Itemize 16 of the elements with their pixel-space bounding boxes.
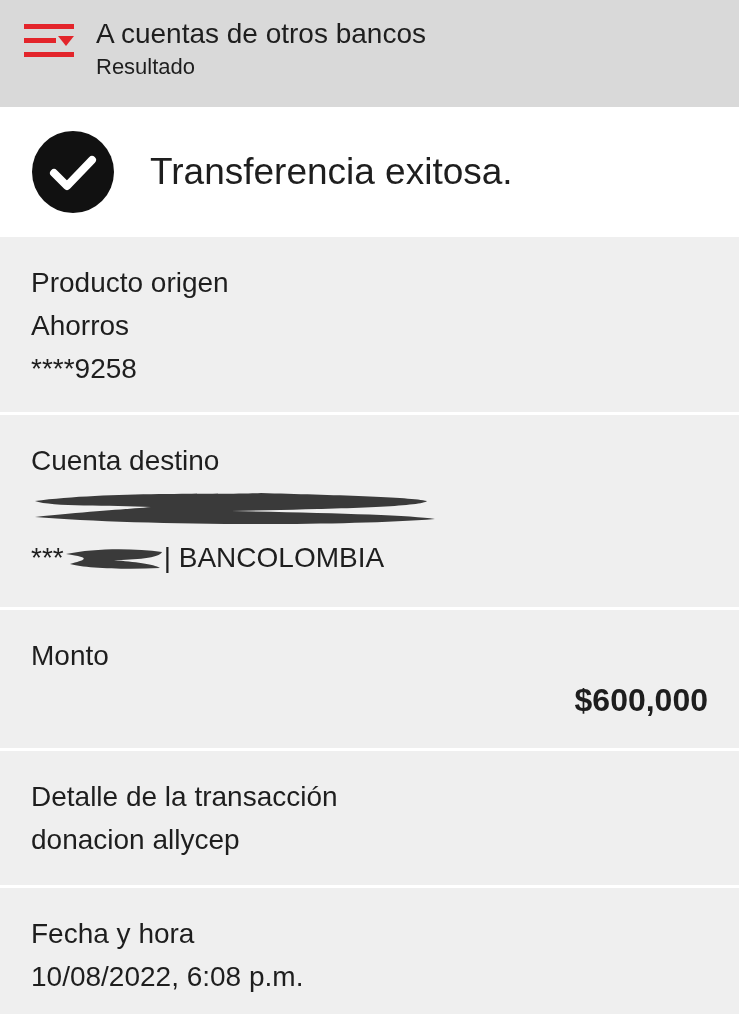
- screen-subtitle: Resultado: [96, 53, 197, 81]
- bank-name: | BANCOLOMBIA: [163, 541, 385, 575]
- field-label: Monto: [31, 639, 110, 673]
- field-label: Detalle de la transacción: [31, 780, 339, 814]
- screen-title: A cuentas de otros bancos: [96, 17, 426, 51]
- amount-value: $600,000: [574, 681, 708, 720]
- field-label: Cuenta destino: [31, 444, 221, 478]
- field-value: 10/08/2022, 6:08 p.m.: [31, 960, 305, 994]
- field-value: ****9258: [31, 352, 138, 386]
- field-label: Fecha y hora: [31, 917, 196, 951]
- field-label: Producto origen: [31, 266, 230, 300]
- account-mask: ***: [31, 541, 64, 575]
- field-value: donacion allycep: [31, 823, 241, 857]
- field-value: Ahorros: [31, 309, 131, 343]
- menu-icon[interactable]: [24, 24, 76, 58]
- result-message: Transferencia exitosa.: [150, 150, 513, 195]
